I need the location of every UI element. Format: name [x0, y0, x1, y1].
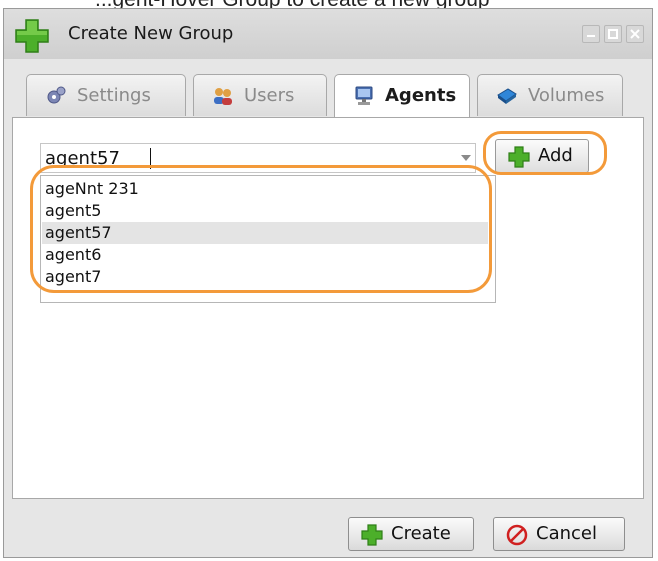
- tab-settings[interactable]: Settings: [26, 74, 186, 116]
- window-controls: [582, 25, 644, 43]
- list-item[interactable]: agent6: [42, 244, 488, 266]
- tab-volumes[interactable]: Volumes: [477, 74, 623, 116]
- agent-input[interactable]: [45, 146, 445, 170]
- gear-icon: [47, 86, 66, 104]
- tab-agents-label: Agents: [385, 85, 457, 106]
- cancel-button-label: Cancel: [536, 523, 597, 544]
- tab-volumes-label: Volumes: [528, 85, 605, 106]
- plus-icon: [508, 146, 530, 168]
- list-item[interactable]: ageNnt 231: [42, 178, 488, 200]
- chevron-down-icon[interactable]: [461, 155, 471, 161]
- add-button-label: Add: [538, 145, 573, 166]
- create-group-dialog: Create New Group Settings Users Agents V…: [3, 8, 653, 558]
- volume-icon: [497, 88, 517, 104]
- cancel-icon: [506, 524, 528, 546]
- agent-combobox[interactable]: [40, 143, 476, 173]
- minimize-icon[interactable]: [582, 25, 600, 43]
- users-icon: [214, 88, 232, 105]
- agents-panel: Add ageNnt 231 agent5 agent57 agent6 age…: [12, 117, 644, 499]
- maximize-icon[interactable]: [604, 25, 622, 43]
- tab-settings-label: Settings: [77, 85, 151, 106]
- tab-agents[interactable]: Agents: [334, 74, 470, 118]
- computer-icon: [355, 86, 373, 105]
- agent-dropdown-list: ageNnt 231 agent5 agent57 agent6 agent7: [40, 175, 496, 303]
- title-bar[interactable]: Create New Group: [4, 9, 652, 59]
- text-caret: [150, 148, 151, 169]
- tab-users[interactable]: Users: [193, 74, 327, 116]
- plus-icon: [15, 19, 49, 53]
- create-button-label: Create: [391, 523, 451, 544]
- plus-icon: [361, 524, 383, 546]
- tab-users-label: Users: [244, 85, 295, 106]
- list-item[interactable]: agent7: [42, 266, 488, 288]
- list-item[interactable]: agent5: [42, 200, 488, 222]
- add-agent-button[interactable]: Add: [495, 139, 589, 173]
- dialog-title: Create New Group: [68, 23, 234, 44]
- list-item[interactable]: agent57: [42, 222, 488, 244]
- create-button[interactable]: Create: [348, 517, 474, 551]
- close-icon[interactable]: [626, 25, 644, 43]
- cancel-button[interactable]: Cancel: [493, 517, 625, 551]
